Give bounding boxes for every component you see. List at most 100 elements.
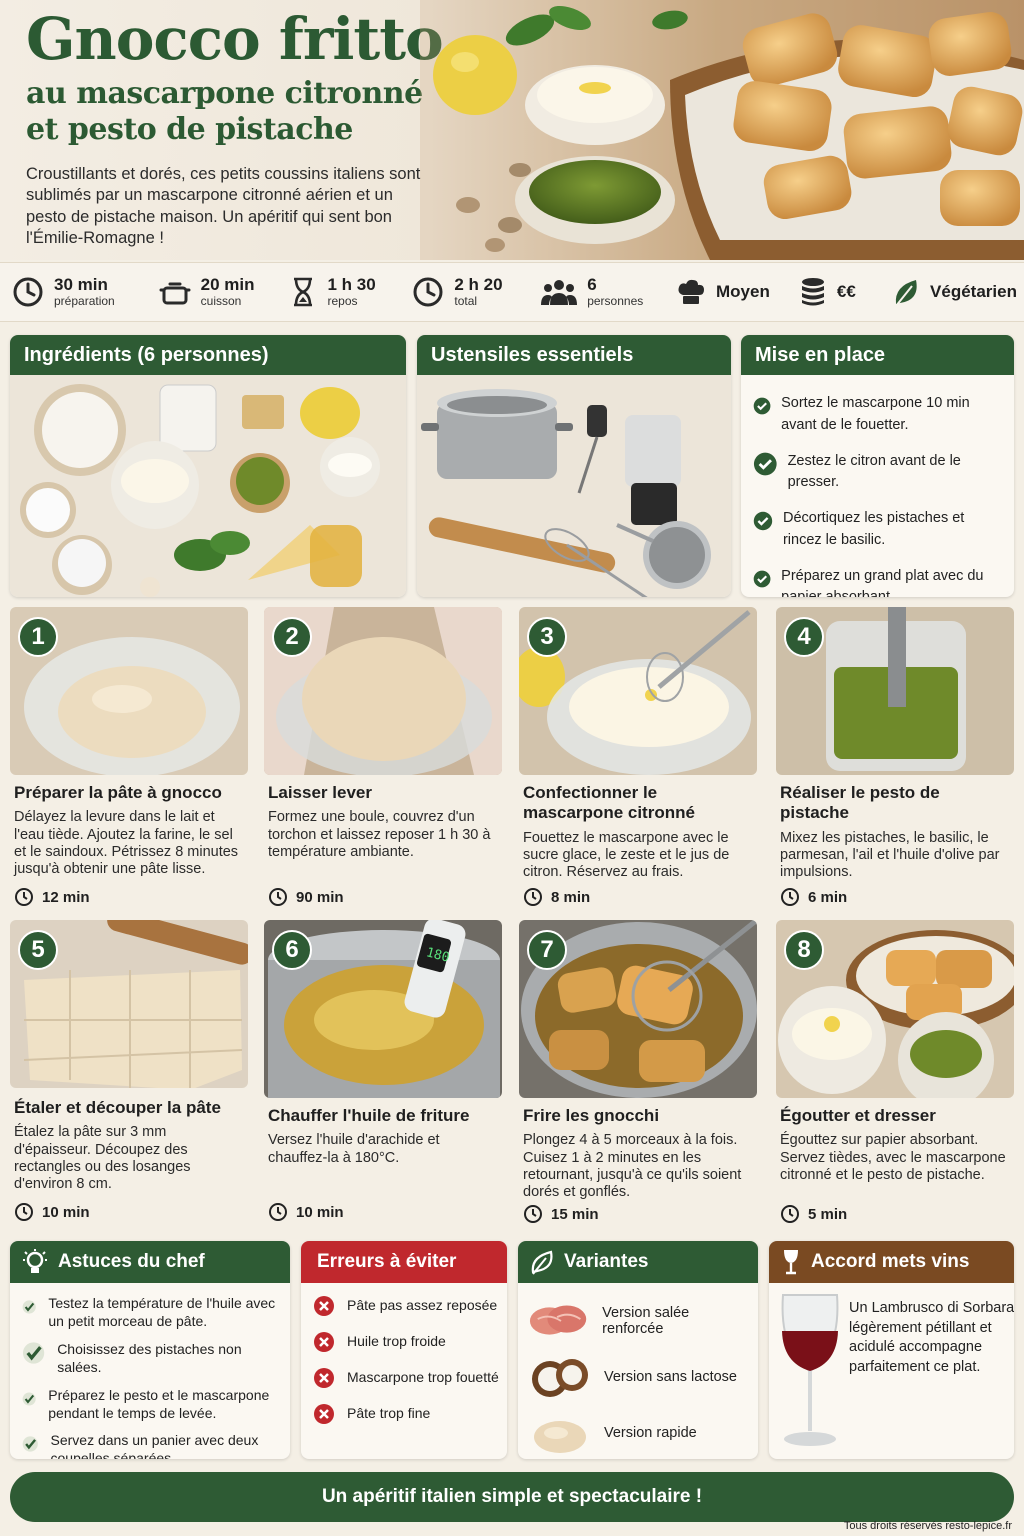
ingredients-card: Ingrédients (6 personnes) xyxy=(10,335,406,597)
step-time-value: 8 min xyxy=(551,888,591,906)
subtitle-line-1: au mascarpone citronné xyxy=(26,76,423,111)
clock-icon xyxy=(524,888,542,906)
step-title: Frire les gnocchi xyxy=(523,1106,660,1125)
clock-icon xyxy=(413,277,443,307)
step-time: 6 min xyxy=(780,887,847,907)
check-icon xyxy=(22,1300,36,1314)
step-number: 4 xyxy=(784,617,824,657)
step-time-value: 5 min xyxy=(808,1205,848,1223)
clock-icon xyxy=(781,888,799,906)
ingredients-title: Ingrédients (6 personnes) xyxy=(10,335,406,375)
step-time-value: 12 min xyxy=(42,888,90,906)
step-time: 10 min xyxy=(14,1202,90,1222)
check-circle-icon xyxy=(753,570,771,587)
list-item-text: Servez dans un panier avec deux coupelle… xyxy=(50,1432,259,1459)
clock-icon xyxy=(13,277,43,307)
tools-image xyxy=(417,375,731,597)
step-time: 8 min xyxy=(523,887,590,907)
tools-title: Ustensiles essentiels xyxy=(417,335,731,375)
coins-icon xyxy=(801,278,824,306)
step-number: 2 xyxy=(272,617,312,657)
tools-card: Ustensiles essentiels xyxy=(417,335,731,597)
step-number: 8 xyxy=(784,930,824,970)
tips-header: Astuces du chef xyxy=(10,1241,290,1283)
clock-icon xyxy=(15,888,33,906)
list-item-text: Choisissez des pistaches non salées. xyxy=(57,1340,242,1375)
list-item-text: Testez la température de l'huile avec un… xyxy=(48,1295,276,1329)
tips-list: Testez la température de l'huile avec un… xyxy=(10,1283,290,1459)
info-bar: 30 min préparation 20 min cuisson 1 h 30 re… xyxy=(0,262,1024,322)
list-item: Préparez le pesto et le mascarpone penda… xyxy=(22,1387,282,1423)
step-number: 5 xyxy=(18,930,58,970)
clock-icon xyxy=(524,1205,542,1223)
clock-icon xyxy=(15,1203,33,1221)
info-label: personnes xyxy=(587,293,644,308)
cross-circle-icon xyxy=(314,1368,334,1388)
clock-icon xyxy=(781,1205,799,1223)
step-title: Laisser lever xyxy=(268,783,372,802)
list-item-text: Sortez le mascarpone 10 min avant de le … xyxy=(781,395,970,433)
list-item-text: Huile trop froide xyxy=(347,1333,446,1350)
step-1: 1 Préparer la pâte à gnocco Délayez la l… xyxy=(10,607,248,912)
info-value: €€ xyxy=(836,281,856,301)
ingredients-image xyxy=(10,375,406,597)
list-item: Huile trop froide xyxy=(313,1331,499,1353)
leaf-icon xyxy=(895,280,917,307)
step-time: 15 min xyxy=(523,1204,599,1224)
info-value: 6 xyxy=(587,275,597,295)
lightbulb-icon xyxy=(23,1249,47,1273)
mise-en-place-card: Mise en place Sortez le mascarpone 10 mi… xyxy=(741,335,1014,597)
variants-title: Variantes xyxy=(564,1251,649,1272)
step-time: 10 min xyxy=(268,1202,344,1222)
info-value: 30 min xyxy=(54,275,108,295)
info-personnes: 6 personnes xyxy=(541,275,676,308)
wine-title: Accord mets vins xyxy=(811,1251,970,1272)
step-description: Égouttez sur papier absorbant. Servez ti… xyxy=(780,1132,1006,1183)
hourglass-icon xyxy=(294,277,313,307)
step-5: 5 Étaler et découper la pâte Étalez la p… xyxy=(10,920,248,1230)
list-item: Décortiquez les pistaches et rincez le b… xyxy=(753,508,1004,552)
list-item-text: Pâte trop fine xyxy=(347,1405,431,1422)
step-image: 1 xyxy=(10,607,248,775)
hero-food-image xyxy=(420,0,1024,260)
dough-icon xyxy=(534,1421,586,1453)
step-description: Mixez les pistaches, le basilic, le parm… xyxy=(780,829,1000,880)
step-title: Chauffer l'huile de friture xyxy=(268,1106,470,1125)
step-image: 8 xyxy=(776,920,1014,1098)
cross-circle-icon xyxy=(314,1296,334,1316)
step-time: 5 min xyxy=(780,1204,847,1224)
check-icon xyxy=(22,1342,45,1364)
recipe-subtitle: au mascarpone citronné et pesto de pista… xyxy=(26,76,446,148)
list-item-text: Préparez le pesto et le mascarpone penda… xyxy=(48,1386,270,1421)
wine-glass-image xyxy=(781,1294,839,1446)
check-circle-icon xyxy=(753,511,773,531)
step-time-value: 10 min xyxy=(296,1203,344,1221)
info-cuisson: 20 min cuisson xyxy=(159,275,290,308)
step-number: 1 xyxy=(18,617,58,657)
info-label: total xyxy=(454,293,478,308)
step-time-value: 10 min xyxy=(42,1203,90,1221)
step-8: 8 Égoutter et dresser Égouttez sur papie… xyxy=(776,920,1014,1230)
recipe-intro: Croustillants et dorés, ces petits couss… xyxy=(26,165,421,248)
list-item-text: Version rapide xyxy=(604,1425,697,1441)
info-value: 2 h 20 xyxy=(454,275,503,295)
step-image: 5 xyxy=(10,920,248,1088)
recipe-title: Gnocco fritto xyxy=(26,5,444,73)
step-description: Formez une boule, couvrez d'un torchon e… xyxy=(268,809,491,860)
list-item-text: Zestez le citron avant de le presser. xyxy=(787,452,961,491)
check-circle-icon xyxy=(753,452,777,475)
wine-header: Accord mets vins xyxy=(769,1241,1014,1283)
errors-title: Erreurs à éviter xyxy=(317,1251,457,1272)
coconut-icon xyxy=(532,1359,588,1397)
step-time-value: 90 min xyxy=(296,888,344,906)
step-number: 6 xyxy=(272,930,312,970)
info-value: Moyen xyxy=(715,281,770,301)
step-title: Préparer la pâte à gnocco xyxy=(14,783,222,802)
step-time: 12 min xyxy=(14,887,90,907)
step-description: Délayez la levure dans le lait et l'eau … xyxy=(14,809,239,877)
mise-en-place-list: Sortez le mascarpone 10 min avant de le … xyxy=(741,375,1014,597)
step-description: Versez l'huile d'arachide et chauffez-la… xyxy=(268,1132,440,1166)
step-image: 4 xyxy=(776,607,1014,775)
list-item-text: Mascarpone trop fouetté xyxy=(347,1369,499,1386)
check-icon xyxy=(22,1436,38,1453)
